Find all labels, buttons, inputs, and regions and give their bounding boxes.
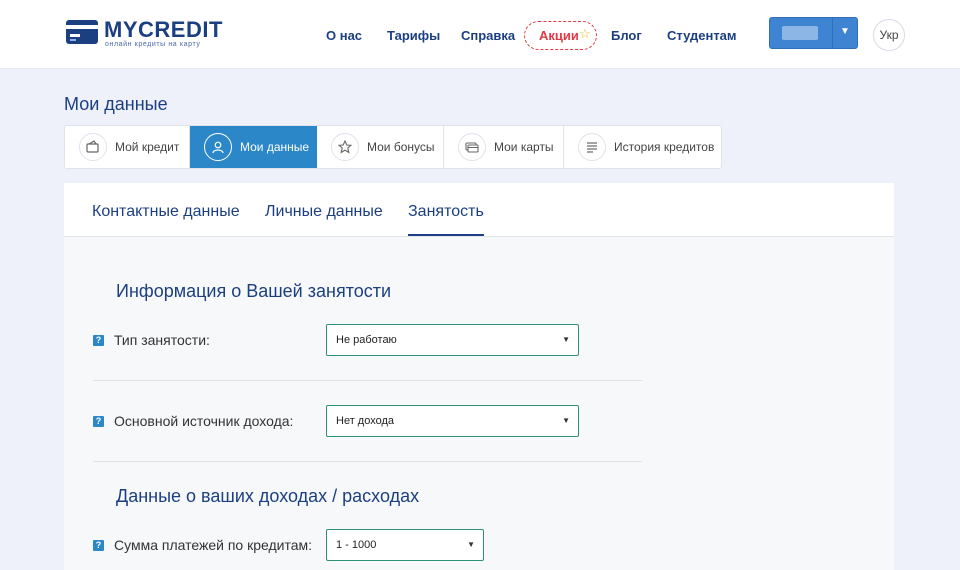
card-icon [458,133,486,161]
page-title: Мои данные [64,94,168,114]
tab-label: Мой кредит [115,140,180,154]
star-icon [331,133,359,161]
profile-card: Контактные данные Личные данные Занятост… [64,183,894,570]
wallet-icon [79,133,107,161]
divider [93,380,642,381]
nav-blog[interactable]: Блог [611,28,642,43]
tab-label: Мои карты [494,140,554,154]
brand-tagline: онлайн кредиты на карту [105,41,201,48]
help-icon[interactable]: ? [93,540,104,551]
employment-type-label: Тип занятости: [114,332,210,348]
tab-my-data[interactable]: Мои данные [190,126,317,168]
divider [93,461,642,462]
subtab-personal-data[interactable]: Личные данные [265,203,383,221]
income-source-label: Основной источник дохода: [114,413,294,429]
brand-name: MYCREDIT [104,17,223,42]
nav-promo-label: Акции [539,28,579,43]
user-icon [204,133,232,161]
nav-promo[interactable]: Акции ☆ [524,21,597,50]
account-divider [832,18,833,48]
list-icon [578,133,606,161]
site-header: MYCREDIT онлайн кредиты на карту О нас Т… [0,0,960,69]
tab-my-cards[interactable]: Мои карты [444,126,564,168]
tab-label: Мои бонусы [367,140,435,154]
language-switch[interactable]: Укр [873,19,905,51]
account-name [782,26,818,40]
select-value: Не работаю [336,334,397,346]
brand-logo[interactable]: MYCREDIT онлайн кредиты на карту [66,18,222,52]
card-logo-icon [66,20,98,44]
nav-help[interactable]: Справка [461,28,515,43]
account-menu-button[interactable]: ▼ [769,17,858,49]
income-section-title: Данные о ваших доходах / расходах [116,486,420,506]
help-icon[interactable]: ? [93,335,104,346]
tab-credit-history[interactable]: История кредитов [564,126,721,168]
employment-section-title: Информация о Вашей занятости [116,281,392,301]
subtab-employment[interactable]: Занятость [408,203,484,221]
employment-type-select[interactable]: Не работаю ▼ [326,324,579,356]
select-value: Нет дохода [336,415,394,427]
tab-label: История кредитов [614,140,715,154]
nav-tariffs[interactable]: Тарифы [387,28,440,43]
caret-down-icon: ▼ [562,335,570,344]
tab-label: Мои данные [240,140,310,154]
star-icon: ☆ [579,26,591,41]
caret-down-icon: ▼ [562,416,570,425]
income-source-select[interactable]: Нет дохода ▼ [326,405,579,437]
credit-payments-select[interactable]: 1 - 1000 ▼ [326,529,484,561]
active-subtab-indicator [408,234,484,236]
nav-about[interactable]: О нас [326,28,362,43]
subtab-contact-data[interactable]: Контактные данные [92,203,240,221]
account-tabs: Мой кредит Мои данные Мои бонусы Мои кар… [64,125,722,169]
nav-students[interactable]: Студентам [667,28,737,43]
profile-subtabs: Контактные данные Личные данные Занятост… [64,183,894,237]
tab-my-bonuses[interactable]: Мои бонусы [317,126,444,168]
credit-payments-label: Сумма платежей по кредитам: [114,537,313,553]
tab-my-credit[interactable]: Мой кредит [65,126,190,168]
chevron-down-icon[interactable]: ▼ [840,26,850,37]
caret-down-icon: ▼ [467,540,475,549]
help-icon[interactable]: ? [93,416,104,427]
select-value: 1 - 1000 [336,539,377,551]
